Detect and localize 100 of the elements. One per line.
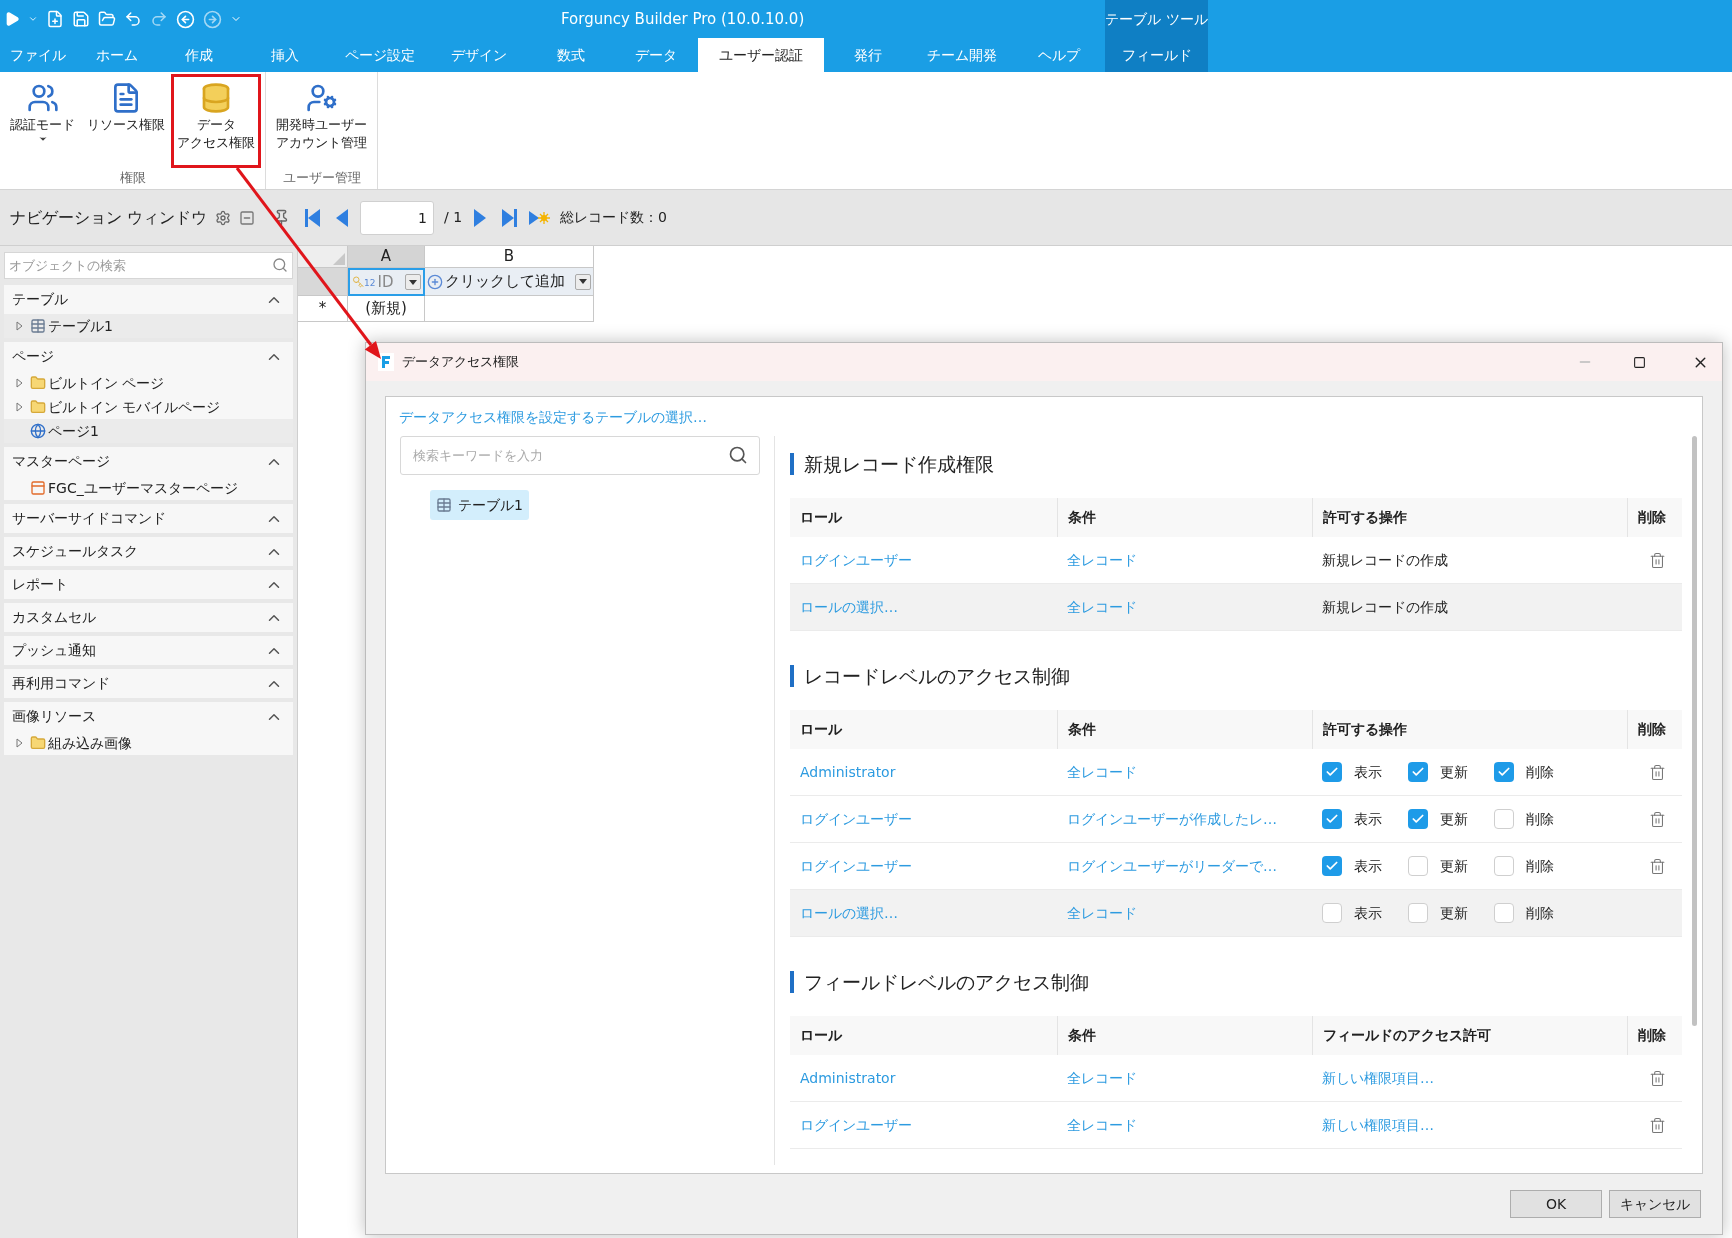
section-title[interactable]: サーバーサイドコマンド <box>12 508 166 529</box>
section-title[interactable]: テーブル <box>12 289 68 310</box>
condition-link[interactable]: 全レコード <box>1067 596 1137 618</box>
section-title[interactable]: 再利用コマンド <box>12 673 110 694</box>
column-letter-header[interactable]: A <box>348 246 425 268</box>
access-link[interactable]: 新しい権限項目… <box>1322 1067 1434 1089</box>
access-link[interactable]: 新しい権限項目… <box>1322 1114 1434 1136</box>
checkbox[interactable] <box>1322 903 1342 923</box>
new-file-icon[interactable] <box>46 10 64 28</box>
checkbox[interactable] <box>1322 762 1342 782</box>
scrollbar-thumb[interactable] <box>1692 436 1697 1026</box>
role-link[interactable]: ログインユーザー <box>800 1114 912 1136</box>
dialog-button[interactable]: OK <box>1510 1190 1602 1218</box>
delete-icon[interactable] <box>1649 810 1666 828</box>
menu-tab[interactable]: ホーム <box>76 38 158 72</box>
condition-link[interactable]: 全レコード <box>1067 902 1137 924</box>
nav-item[interactable]: ビルトイン モバイルページ <box>4 395 293 419</box>
back-icon[interactable] <box>176 9 195 29</box>
condition-link[interactable]: 全レコード <box>1067 761 1137 783</box>
checkbox[interactable] <box>1322 809 1342 829</box>
menu-tab[interactable]: デザイン <box>430 38 528 72</box>
collapse-icon[interactable] <box>239 209 256 226</box>
dialog-button[interactable]: キャンセル <box>1609 1190 1701 1218</box>
menu-tab[interactable]: ヘルプ <box>1012 38 1105 72</box>
first-record-button[interactable] <box>304 207 322 228</box>
nav-item[interactable]: 組み込み画像 <box>4 731 293 755</box>
nav-item[interactable]: ビルトイン ページ <box>4 371 293 395</box>
nav-item[interactable]: テーブル1 <box>4 314 293 338</box>
role-link[interactable]: ロールの選択… <box>800 902 898 924</box>
menu-tab[interactable]: ユーザー認証 <box>698 38 824 72</box>
search-field[interactable]: 検索キーワードを入力 <box>400 436 760 475</box>
expand-triangle-icon[interactable] <box>16 378 23 388</box>
condition-link[interactable]: ログインユーザーが作成したレ… <box>1067 808 1277 830</box>
checkbox[interactable] <box>1408 762 1428 782</box>
role-link[interactable]: Administrator <box>800 761 896 783</box>
section-title[interactable]: ページ <box>12 346 54 367</box>
menu-tab[interactable]: 数式 <box>528 38 614 72</box>
checkbox[interactable] <box>1494 856 1514 876</box>
delete-icon[interactable] <box>1649 551 1666 569</box>
menu-tab[interactable]: 挿入 <box>240 38 330 72</box>
table-select-link[interactable]: データアクセス権限を設定するテーブルの選択… <box>399 407 707 428</box>
dropdown-button[interactable] <box>405 274 421 290</box>
expand-triangle-icon[interactable] <box>16 402 23 412</box>
checkbox[interactable] <box>1494 809 1514 829</box>
ribbon-button[interactable]: データ アクセス権限 <box>171 74 261 168</box>
last-record-button[interactable] <box>500 207 519 228</box>
ribbon-button[interactable]: 認証モード <box>4 74 81 168</box>
role-link[interactable]: Administrator <box>800 1067 896 1089</box>
expand-triangle-icon[interactable] <box>16 738 23 748</box>
role-link[interactable]: ログインユーザー <box>800 855 912 877</box>
ribbon-button[interactable]: 開発時ユーザー アカウント管理 <box>270 74 373 168</box>
checkbox[interactable] <box>1408 903 1428 923</box>
maximize-icon[interactable] <box>1633 355 1646 369</box>
field-header[interactable]: クリックして追加 <box>425 268 594 296</box>
redo-icon[interactable] <box>150 10 168 28</box>
section-title[interactable]: カスタムセル <box>12 607 96 628</box>
menu-tab[interactable]: チーム開発 <box>912 38 1012 72</box>
delete-icon[interactable] <box>1649 857 1666 875</box>
delete-icon[interactable] <box>1649 1069 1666 1087</box>
save-icon[interactable] <box>72 10 90 28</box>
delete-icon[interactable] <box>1649 763 1666 781</box>
column-letter-header[interactable]: B <box>425 246 594 268</box>
run-icon[interactable] <box>4 11 20 27</box>
expand-triangle-icon[interactable] <box>16 321 23 331</box>
settings-icon[interactable] <box>215 209 232 226</box>
open-folder-icon[interactable] <box>98 10 116 28</box>
nav-item[interactable]: ページ1 <box>4 419 293 443</box>
search-field[interactable]: オブジェクトの検索 <box>4 252 293 279</box>
role-link[interactable]: ロールの選択… <box>800 596 898 618</box>
menu-tab[interactable]: ファイル <box>0 38 76 72</box>
checkbox[interactable] <box>1322 856 1342 876</box>
condition-link[interactable]: 全レコード <box>1067 1067 1137 1089</box>
add-icon[interactable] <box>427 273 443 290</box>
delete-icon[interactable] <box>1649 1116 1666 1134</box>
ribbon-button[interactable]: リソース権限 <box>81 74 171 168</box>
condition-link[interactable]: 全レコード <box>1067 549 1137 571</box>
new-record-icon[interactable] <box>528 208 551 227</box>
checkbox[interactable] <box>1494 762 1514 782</box>
checkbox[interactable] <box>1408 856 1428 876</box>
section-title[interactable]: プッシュ通知 <box>12 640 96 661</box>
section-title[interactable]: レポート <box>12 574 68 595</box>
table-list-item[interactable]: テーブル1 <box>430 490 529 520</box>
nav-item[interactable]: FGC_ユーザーマスターページ <box>4 476 293 500</box>
menu-tab[interactable]: フィールド <box>1105 38 1208 72</box>
search-icon[interactable] <box>272 257 288 273</box>
dropdown-button[interactable] <box>575 273 591 290</box>
menu-tab[interactable]: ページ設定 <box>330 38 430 72</box>
condition-link[interactable]: 全レコード <box>1067 1114 1137 1136</box>
forward-icon[interactable] <box>203 9 222 29</box>
section-title[interactable]: スケジュールタスク <box>12 541 138 562</box>
checkbox[interactable] <box>1494 903 1514 923</box>
menu-tab[interactable]: データ <box>614 38 698 72</box>
checkbox[interactable] <box>1408 809 1428 829</box>
role-link[interactable]: ログインユーザー <box>800 549 912 571</box>
section-title[interactable]: マスターページ <box>12 451 110 472</box>
condition-link[interactable]: ログインユーザーがリーダーで… <box>1067 855 1277 877</box>
field-header[interactable]: 12 ID <box>348 268 425 296</box>
page-input[interactable]: 1 <box>360 200 434 235</box>
menu-tab[interactable]: 発行 <box>824 38 912 72</box>
menu-tab[interactable]: 作成 <box>158 38 240 72</box>
